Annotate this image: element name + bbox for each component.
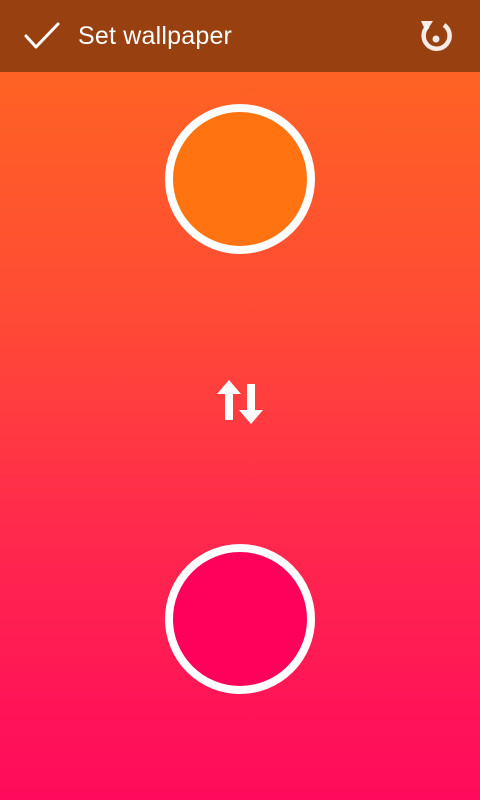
app-toolbar: Set wallpaper bbox=[0, 0, 480, 72]
check-icon bbox=[24, 22, 60, 49]
bottom-color-swatch[interactable] bbox=[165, 544, 315, 694]
reset-icon bbox=[421, 21, 452, 51]
reset-button[interactable] bbox=[414, 14, 458, 58]
confirm-button[interactable] bbox=[20, 14, 64, 58]
page-title: Set wallpaper bbox=[78, 21, 233, 50]
swap-vertical-icon bbox=[217, 380, 263, 424]
top-color-swatch[interactable] bbox=[165, 104, 315, 254]
swap-colors-button[interactable] bbox=[210, 372, 270, 432]
